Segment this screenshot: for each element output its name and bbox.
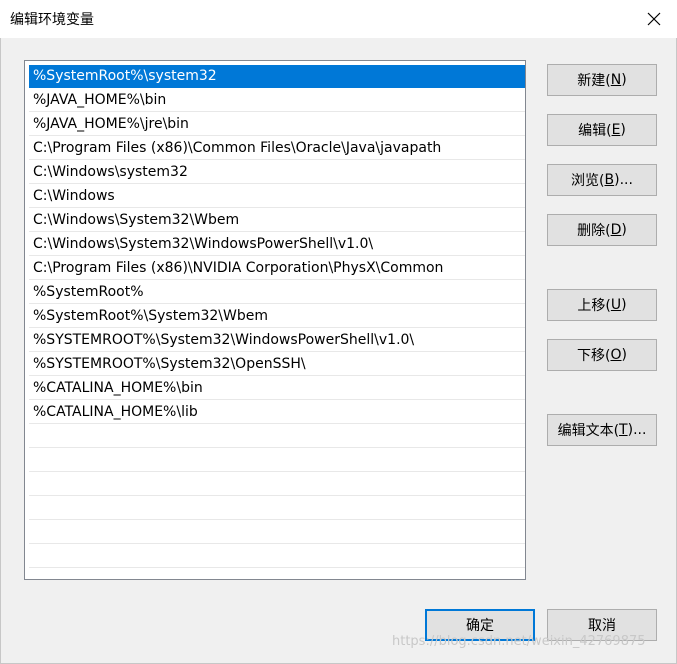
edit-button[interactable]: 编辑(E) xyxy=(547,114,657,146)
new-button-accelerator: N xyxy=(610,72,622,88)
edit-text-button[interactable]: 编辑文本(T)... xyxy=(547,414,657,446)
edit-text-button-accelerator: T xyxy=(619,422,628,438)
new-button[interactable]: 新建(N) xyxy=(547,64,657,96)
delete-button-tail: ) xyxy=(621,222,627,238)
path-list-item[interactable]: %SystemRoot%\System32\Wbem xyxy=(29,305,525,328)
ok-button-label: 确定 xyxy=(466,618,494,634)
path-list-empty-row[interactable] xyxy=(29,545,525,568)
edit-button-label: 编辑( xyxy=(578,123,612,139)
close-button[interactable] xyxy=(631,0,677,38)
path-list-item[interactable]: %CATALINA_HOME%\bin xyxy=(29,377,525,400)
window-border-left xyxy=(0,38,1,664)
browse-button-label: 浏览( xyxy=(571,173,605,189)
window-title: 编辑环境变量 xyxy=(10,12,94,28)
edit-text-button-tail: )... xyxy=(627,422,647,438)
delete-button[interactable]: 删除(D) xyxy=(547,214,657,246)
move-up-button-accelerator: U xyxy=(610,297,622,313)
path-list-empty-row[interactable] xyxy=(29,521,525,544)
path-list-item[interactable]: %SystemRoot%\system32 xyxy=(29,65,525,88)
path-list-item[interactable]: %CATALINA_HOME%\lib xyxy=(29,401,525,424)
move-down-button-tail: ) xyxy=(621,347,627,363)
title-bar: 编辑环境变量 xyxy=(0,0,677,38)
browse-button-tail: )... xyxy=(614,172,633,188)
move-up-button-label: 上移( xyxy=(577,298,611,314)
path-list-item[interactable]: C:\Windows\system32 xyxy=(29,161,525,184)
edit-button-tail: ) xyxy=(620,122,626,138)
path-list-item[interactable]: %SYSTEMROOT%\System32\WindowsPowerShell\… xyxy=(29,329,525,352)
browse-button[interactable]: 浏览(B)... xyxy=(547,164,657,196)
new-button-label: 新建( xyxy=(577,73,611,89)
path-list-item[interactable]: %JAVA_HOME%\bin xyxy=(29,89,525,112)
path-list-item[interactable]: C:\Program Files (x86)\NVIDIA Corporatio… xyxy=(29,257,525,280)
delete-button-accelerator: D xyxy=(610,222,622,238)
cancel-button-label: 取消 xyxy=(588,618,616,634)
move-down-button[interactable]: 下移(O) xyxy=(547,339,657,371)
close-icon xyxy=(647,12,661,26)
path-list-empty-row[interactable] xyxy=(29,473,525,496)
path-list-item[interactable]: C:\Windows xyxy=(29,185,525,208)
path-list-empty-row[interactable] xyxy=(29,449,525,472)
move-down-button-accelerator: O xyxy=(610,347,622,363)
move-down-button-label: 下移( xyxy=(577,348,611,364)
path-list-item[interactable]: C:\Windows\System32\Wbem xyxy=(29,209,525,232)
delete-button-label: 删除( xyxy=(577,223,611,239)
path-list-empty-row[interactable] xyxy=(29,497,525,520)
edit-button-accelerator: E xyxy=(611,122,621,138)
edit-text-button-label: 编辑文本( xyxy=(557,423,620,439)
path-list-item[interactable]: %JAVA_HOME%\jre\bin xyxy=(29,113,525,136)
browse-button-accelerator: B xyxy=(604,172,615,188)
move-up-button[interactable]: 上移(U) xyxy=(547,289,657,321)
path-list-item[interactable]: %SystemRoot% xyxy=(29,281,525,304)
path-list-item[interactable]: %SYSTEMROOT%\System32\OpenSSH\ xyxy=(29,353,525,376)
move-up-button-tail: ) xyxy=(621,297,627,313)
path-list-item[interactable]: C:\Program Files (x86)\Common Files\Orac… xyxy=(29,137,525,160)
watermark: https://blog.csdn.net/weixin_42769875 xyxy=(392,634,646,649)
path-list-empty-row[interactable] xyxy=(29,425,525,448)
new-button-tail: ) xyxy=(621,72,627,88)
path-list[interactable]: %SystemRoot%\system32 %JAVA_HOME%\bin %JAV… xyxy=(24,60,526,580)
path-list-item[interactable]: C:\Windows\System32\WindowsPowerShell\v1… xyxy=(29,233,525,256)
